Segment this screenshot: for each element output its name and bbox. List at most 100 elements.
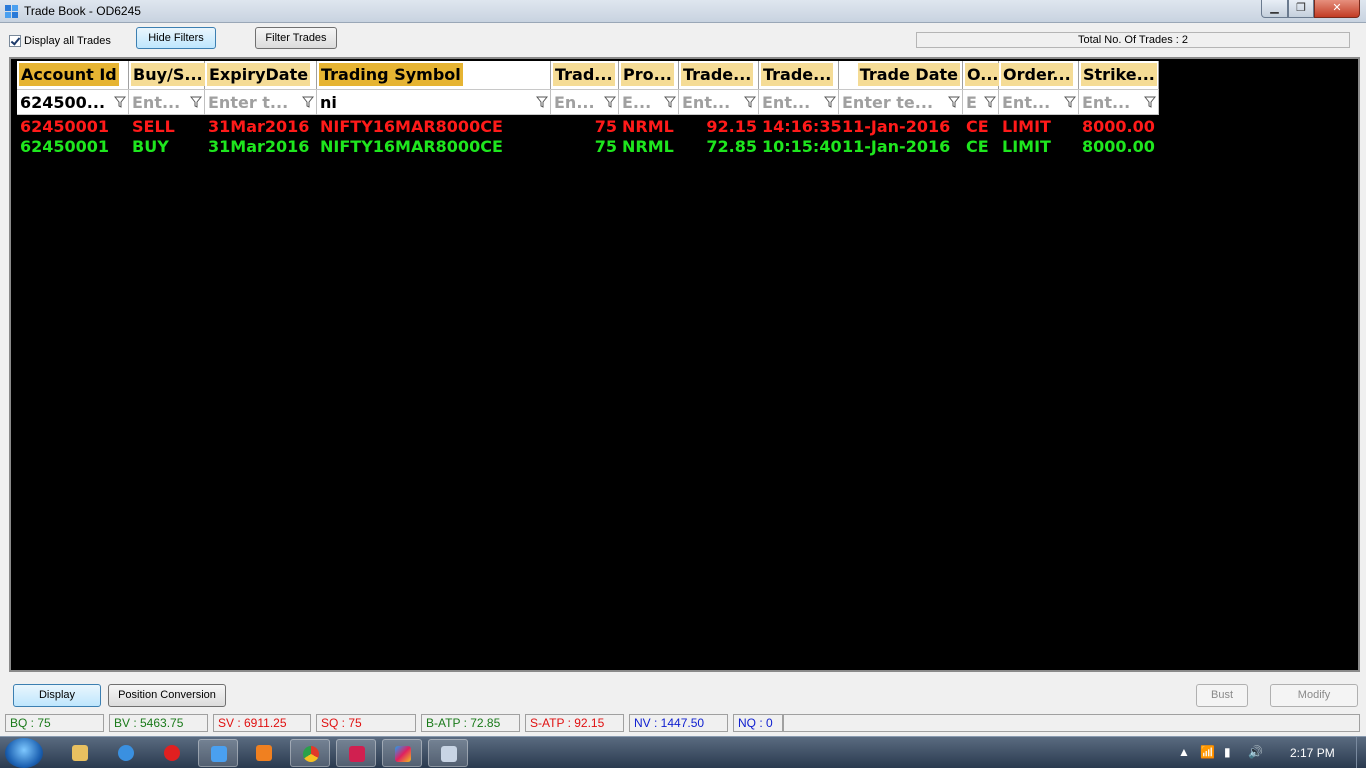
close-button[interactable]: ✕: [1314, 0, 1360, 18]
filter-funnel-icon[interactable]: [1144, 96, 1156, 108]
filter-trades-button[interactable]: Filter Trades: [255, 27, 337, 49]
column-header-label: Trade...: [761, 63, 834, 86]
display-all-trades-option[interactable]: Display all Trades: [9, 35, 111, 47]
table-cell: 8000.00: [1082, 117, 1155, 136]
grid-filter-row: 624500... Ent... Enter t... ni En... E... Ent.…: [17, 89, 1159, 115]
position-conversion-button[interactable]: Position Conversion: [108, 684, 226, 707]
column-filter-input[interactable]: ni: [317, 90, 551, 115]
column-header-label: ExpiryDate: [207, 63, 311, 86]
table-cell: BUY: [132, 137, 169, 156]
table-cell: 11-Jan-2016: [842, 137, 951, 156]
status-b-atp: B-ATP : 72.85: [421, 714, 520, 732]
filter-funnel-icon[interactable]: [948, 96, 960, 108]
network-icon[interactable]: 📶: [1200, 745, 1215, 759]
show-desktop-button[interactable]: [1356, 737, 1366, 768]
bust-button[interactable]: Bust: [1196, 684, 1248, 707]
chrome-icon: [303, 746, 319, 762]
column-filter-input[interactable]: Enter t...: [205, 90, 317, 115]
column-header-label: Trade...: [681, 63, 754, 86]
column-header[interactable]: Account Id: [17, 61, 129, 89]
ie-icon: [118, 745, 134, 761]
status-bq: BQ : 75: [5, 714, 104, 732]
column-header[interactable]: O...: [963, 61, 1001, 89]
taskbar-explorer[interactable]: [60, 739, 100, 767]
column-header-label: Trade Date: [857, 63, 960, 86]
filter-text: Ent...: [1002, 93, 1051, 112]
filter-funnel-icon[interactable]: [536, 96, 548, 108]
filter-funnel-icon[interactable]: [744, 96, 756, 108]
table-cell: 10:15:40: [762, 137, 842, 156]
table-cell: SELL: [132, 117, 175, 136]
taskbar-app-triangle[interactable]: [382, 739, 422, 767]
taskbar-media-player[interactable]: [244, 739, 284, 767]
maximize-button[interactable]: ❐: [1288, 0, 1314, 18]
column-header[interactable]: Trade...: [759, 61, 839, 89]
filter-text: Ent...: [762, 93, 811, 112]
modify-button[interactable]: Modify: [1270, 684, 1358, 707]
filter-text: E: [966, 93, 977, 112]
column-filter-input[interactable]: Ent...: [679, 90, 759, 115]
display-all-label: Display all Trades: [24, 35, 111, 47]
filter-text: Enter t...: [208, 93, 289, 112]
minimize-button[interactable]: ▁: [1261, 0, 1288, 18]
column-header[interactable]: Strike...: [1079, 61, 1159, 89]
column-header-label: Trad...: [553, 63, 615, 86]
filter-text: Enter te...: [842, 93, 934, 112]
filter-funnel-icon[interactable]: [1064, 96, 1076, 108]
filter-funnel-icon[interactable]: [302, 96, 314, 108]
display-all-checkbox[interactable]: [9, 35, 21, 47]
filter-funnel-icon[interactable]: [604, 96, 616, 108]
table-cell: 92.15: [706, 117, 757, 136]
display-button[interactable]: Display: [13, 684, 101, 707]
column-header[interactable]: Trad...: [551, 61, 619, 89]
column-filter-input[interactable]: Ent...: [129, 90, 205, 115]
taskbar: ▲ 📶 ▮ 🔊 2:17 PM: [0, 736, 1366, 768]
column-filter-input[interactable]: En...: [551, 90, 619, 115]
column-filter-input[interactable]: E...: [619, 90, 679, 115]
table-cell: NRML: [622, 117, 674, 136]
column-header[interactable]: Pro...: [619, 61, 679, 89]
taskbar-clock[interactable]: 2:17 PM: [1290, 746, 1335, 760]
filter-funnel-icon[interactable]: [190, 96, 202, 108]
taskbar-app-red[interactable]: [336, 739, 376, 767]
taskbar-calculator[interactable]: [428, 739, 468, 767]
table-cell: NIFTY16MAR8000CE: [320, 137, 503, 156]
trade-app-icon: [211, 746, 227, 762]
taskbar-ie[interactable]: [106, 739, 146, 767]
filter-funnel-icon[interactable]: [114, 96, 126, 108]
column-header-label: Account Id: [19, 63, 119, 86]
column-header-label: O...: [965, 63, 1001, 86]
status-bv: BV : 5463.75: [109, 714, 208, 732]
table-cell: 72.85: [706, 137, 757, 156]
filter-funnel-icon[interactable]: [984, 96, 996, 108]
column-filter-input[interactable]: 624500...: [17, 90, 129, 115]
column-header[interactable]: Trading Symbol: [317, 61, 551, 89]
hide-filters-button[interactable]: Hide Filters: [136, 27, 216, 49]
column-header[interactable]: Order...: [999, 61, 1079, 89]
column-header[interactable]: Buy/S...: [129, 61, 205, 89]
battery-icon[interactable]: ▮: [1224, 745, 1231, 759]
column-filter-input[interactable]: E: [963, 90, 999, 115]
column-filter-input[interactable]: Ent...: [759, 90, 839, 115]
taskbar-chrome[interactable]: [290, 739, 330, 767]
triangle-app-icon: [395, 746, 411, 762]
column-header[interactable]: Trade...: [679, 61, 759, 89]
taskbar-trade-app[interactable]: [198, 739, 238, 767]
column-filter-input[interactable]: Enter te...: [839, 90, 963, 115]
start-button[interactable]: [5, 738, 43, 768]
column-header[interactable]: Trade Date: [839, 61, 963, 89]
column-filter-input[interactable]: Ent...: [999, 90, 1079, 115]
table-cell: 62450001: [20, 137, 110, 156]
filter-funnel-icon[interactable]: [664, 96, 676, 108]
taskbar-opera[interactable]: [152, 739, 192, 767]
volume-icon[interactable]: 🔊: [1248, 745, 1263, 759]
app-icon: [5, 5, 18, 18]
filter-funnel-icon[interactable]: [824, 96, 836, 108]
table-row[interactable]: 62450001 BUY 31Mar2016 NIFTY16MAR8000CE 75 NR…: [17, 137, 1159, 157]
title-bar: Trade Book - OD6245 ▁ ❐ ✕: [0, 0, 1366, 23]
table-cell: LIMIT: [1002, 117, 1051, 136]
column-filter-input[interactable]: Ent...: [1079, 90, 1159, 115]
tray-expand-icon[interactable]: ▲: [1178, 745, 1190, 759]
table-row[interactable]: 62450001 SELL 31Mar2016 NIFTY16MAR8000CE 75 N…: [17, 117, 1159, 137]
column-header[interactable]: ExpiryDate: [205, 61, 317, 89]
